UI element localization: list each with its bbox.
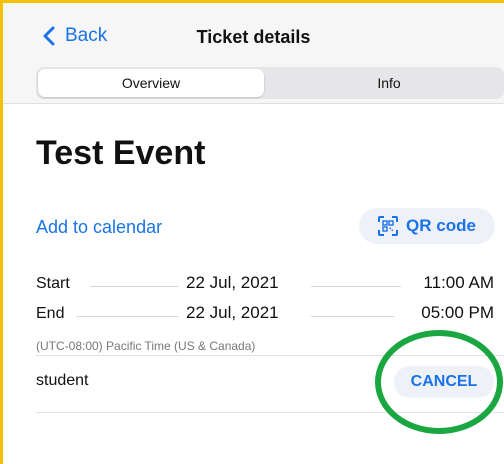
qr-code-icon [378,216,399,236]
tab-info[interactable]: Info [276,69,502,97]
timezone-text: (UTC-08:00) Pacific Time (US & Canada) [36,339,256,353]
leader-line [90,286,178,287]
leader-line [311,286,401,287]
navigation-bar: Back Ticket details Overview Info [3,3,504,104]
end-time: 05:00 PM [421,303,494,322]
add-to-calendar-link[interactable]: Add to calendar [36,217,162,238]
attendee-name: student [36,372,89,389]
leader-line [76,316,178,317]
start-date: 22 Jul, 2021 [186,273,279,292]
start-time: 11:00 AM [423,273,494,292]
segmented-control: Overview Info [36,67,504,99]
cancel-button[interactable]: CANCEL [394,366,494,398]
tab-overview[interactable]: Overview [38,69,264,97]
event-title: Test Event [36,134,206,172]
end-date: 22 Jul, 2021 [186,303,279,322]
leader-line [311,316,394,317]
qr-code-button[interactable]: QR code [359,208,495,244]
end-label: End [36,305,65,322]
divider [36,355,504,356]
start-label: Start [36,275,70,292]
divider [36,412,504,413]
end-row: End 22 Jul, 2021 05:00 PM [36,303,494,327]
start-row: Start 22 Jul, 2021 11:00 AM [36,273,494,297]
qr-code-label: QR code [406,216,476,235]
page-title: Ticket details [196,27,311,47]
